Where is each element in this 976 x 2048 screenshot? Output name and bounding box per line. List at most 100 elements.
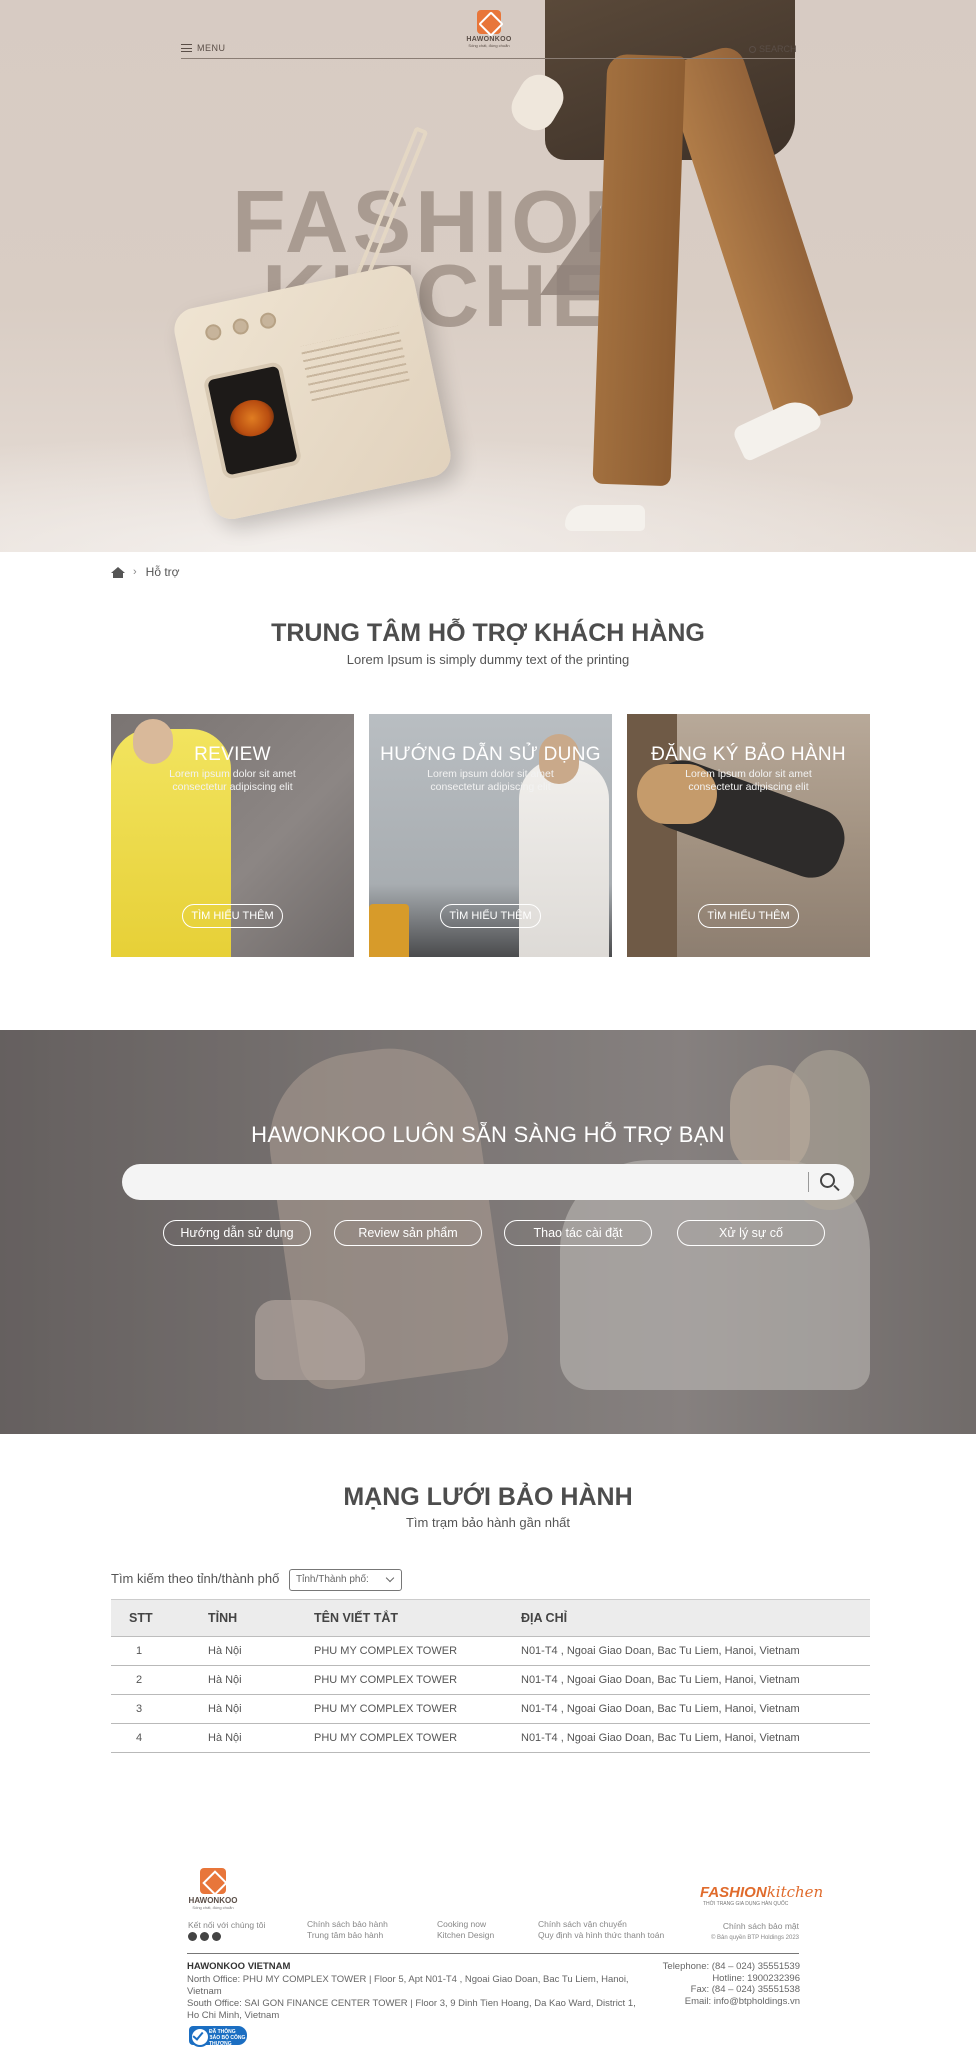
- cell-stt: 4: [111, 1723, 208, 1753]
- search-divider: [808, 1172, 809, 1192]
- warranty-table: STT TỈNH TÊN VIẾT TẮT ĐỊA CHỈ 1 Hà Nội P…: [111, 1599, 870, 1753]
- cell-short-name: PHU MY COMPLEX TOWER: [314, 1723, 521, 1753]
- chip-user-guide[interactable]: Hướng dẫn sử dụng: [163, 1220, 311, 1246]
- chip-product-review[interactable]: Review sản phẩm: [334, 1220, 482, 1246]
- chip-setup[interactable]: Thao tác cài đặt: [504, 1220, 652, 1246]
- cell-stt: 1: [111, 1636, 208, 1666]
- fashion-kitchen-tagline: THỜI TRANG GIA DỤNG HÀN QUỐC: [703, 1901, 789, 1907]
- table-row[interactable]: 4 Hà Nội PHU MY COMPLEX TOWER N01-T4 , N…: [111, 1723, 870, 1753]
- menu-button[interactable]: MENU: [181, 43, 226, 53]
- header-divider: [181, 58, 795, 59]
- footer-link[interactable]: Cooking now: [437, 1919, 486, 1930]
- table-row[interactable]: 1 Hà Nội PHU MY COMPLEX TOWER N01-T4 , N…: [111, 1636, 870, 1666]
- cell-province: Hà Nội: [208, 1665, 314, 1695]
- hawonkoo-logo-icon: [200, 1868, 226, 1894]
- facebook-icon[interactable]: [188, 1932, 197, 1941]
- ministry-registered-badge[interactable]: ĐÃ THÔNG BÁO BỘ CÔNG THƯƠNG: [189, 2026, 247, 2047]
- telephone: Telephone: (84 – 024) 35551539: [662, 1961, 800, 1972]
- company-name: HAWONKOO VIETNAM: [187, 1961, 291, 1972]
- header-search-label: SEARCH: [759, 44, 797, 54]
- cell-stt: 2: [111, 1665, 208, 1695]
- footer-link[interactable]: Kitchen Design: [437, 1930, 494, 1941]
- card-description: Lorem ipsum dolor sit amet consectetur a…: [427, 768, 554, 793]
- help-title: HAWONKOO LUÔN SẴN SÀNG HỖ TRỢ BẠN: [251, 1122, 725, 1147]
- footer-logo[interactable]: HAWONKOO Sống chất, đúng chuẩn: [187, 1868, 239, 1910]
- logo-tagline: Sống chất, đúng chuẩn: [468, 43, 510, 48]
- column-header: STT: [129, 1611, 153, 1625]
- menu-label: MENU: [197, 43, 226, 53]
- cell-province: Hà Nội: [208, 1723, 314, 1753]
- hero-floor: [0, 432, 976, 552]
- help-banner: HAWONKOO LUÔN SẴN SÀNG HỖ TRỢ BẠN Hướng …: [0, 1030, 976, 1434]
- cell-province: Hà Nội: [208, 1636, 314, 1666]
- card-description: Lorem ipsum dolor sit amet consectetur a…: [685, 768, 812, 793]
- card-description: Lorem ipsum dolor sit amet consectetur a…: [169, 768, 296, 793]
- learn-more-button[interactable]: TÌM HIỂU THÊM: [182, 904, 283, 928]
- email[interactable]: Email: info@btpholdings.vn: [600, 1996, 800, 2008]
- footer-link[interactable]: Chính sách vận chuyển: [538, 1919, 627, 1930]
- province-filter-label: Tìm kiếm theo tỉnh/thành phố: [111, 1571, 280, 1586]
- chevron-right-icon: ›: [133, 566, 137, 578]
- cell-address: N01-T4 , Ngoai Giao Doan, Bac Tu Liem, H…: [521, 1636, 870, 1666]
- search-icon: [749, 45, 756, 53]
- home-icon[interactable]: [111, 566, 125, 578]
- header-logo[interactable]: HAWONKOO Sống chất, đúng chuẩn: [465, 10, 513, 48]
- breadcrumb-current: Hỗ trợ: [145, 565, 180, 579]
- hamburger-icon: [181, 44, 192, 52]
- column-header: TỈNH: [208, 1611, 238, 1625]
- province-select[interactable]: Tỉnh/Thành phố:: [289, 1569, 402, 1591]
- messenger-icon[interactable]: [200, 1932, 209, 1941]
- column-header: TÊN VIẾT TẮT: [314, 1611, 399, 1625]
- table-row[interactable]: 3 Hà Nội PHU MY COMPLEX TOWER N01-T4 , N…: [111, 1694, 870, 1724]
- header-search-button[interactable]: SEARCH: [749, 44, 797, 54]
- card-title: HƯỚNG DẪN SỬ DỤNG: [380, 744, 601, 765]
- province-select-value: Tỉnh/Thành phố:: [296, 1574, 369, 1585]
- cell-address: N01-T4 , Ngoai Giao Doan, Bac Tu Liem, H…: [521, 1723, 870, 1753]
- chip-troubleshooting[interactable]: Xử lý sự cố: [677, 1220, 825, 1246]
- warranty-subtitle: Tìm trạm bảo hành gần nhất: [405, 1515, 571, 1530]
- footer-link[interactable]: Chính sách bảo hành: [307, 1919, 388, 1930]
- cell-address: N01-T4 , Ngoai Giao Doan, Bac Tu Liem, H…: [521, 1694, 870, 1724]
- fashion-kitchen-logo[interactable]: FASHIONkitchen: [700, 1883, 823, 1901]
- search-icon[interactable]: [820, 1173, 835, 1188]
- support-center-title: TRUNG TÂM HỖ TRỢ KHÁCH HÀNG: [271, 619, 705, 647]
- cell-province: Hà Nội: [208, 1694, 314, 1724]
- north-office: North Office: PHU MY COMPLEX TOWER | Flo…: [187, 1974, 629, 1997]
- warranty-title: MẠNG LƯỚI BẢO HÀNH: [343, 1483, 633, 1511]
- hotline[interactable]: Hotline: 1900232396: [600, 1973, 800, 1985]
- chevron-down-icon: [385, 1573, 395, 1583]
- column-header: ĐỊA CHỈ: [521, 1611, 568, 1625]
- cell-short-name: PHU MY COMPLEX TOWER: [314, 1665, 521, 1695]
- help-search-bar: [122, 1164, 854, 1200]
- fax: Fax: (84 – 024) 35551538: [690, 1984, 800, 1995]
- help-search-input[interactable]: [140, 1164, 810, 1200]
- card-title: REVIEW: [194, 744, 271, 765]
- footer-logo-text: HAWONKOO: [188, 1896, 238, 1905]
- cell-stt: 3: [111, 1694, 208, 1724]
- cell-address: N01-T4 , Ngoai Giao Doan, Bac Tu Liem, H…: [521, 1665, 870, 1695]
- support-center-subtitle: Lorem Ipsum is simply dummy text of the …: [346, 652, 630, 667]
- hero-model-shoe-left: [565, 505, 645, 531]
- table-row[interactable]: 2 Hà Nội PHU MY COMPLEX TOWER N01-T4 , N…: [111, 1665, 870, 1695]
- learn-more-button[interactable]: TÌM HIỂU THÊM: [698, 904, 799, 928]
- hero-model-leg-left: [592, 53, 686, 487]
- card-warranty-register[interactable]: ĐĂNG KÝ BẢO HÀNH Lorem ipsum dolor sit a…: [627, 714, 870, 957]
- connect-label: Kết nối với chúng tôi: [188, 1920, 266, 1930]
- table-header-row: STT TỈNH TÊN VIẾT TẮT ĐỊA CHỈ: [111, 1599, 870, 1637]
- south-office: South Office: SAI GON FINANCE CENTER TOW…: [187, 1998, 636, 2021]
- company-address: North Office: PHU MY COMPLEX TOWER | Flo…: [187, 1974, 637, 2022]
- instagram-icon[interactable]: [212, 1932, 221, 1941]
- company-contact: Telephone: (84 – 024) 35551539 Hotline: …: [600, 1961, 800, 2007]
- card-user-guide[interactable]: HƯỚNG DẪN SỬ DỤNG Lorem ipsum dolor sit …: [369, 714, 612, 957]
- footer-link[interactable]: Trung tâm bảo hành: [307, 1930, 383, 1941]
- breadcrumb: › Hỗ trợ: [111, 565, 180, 579]
- footer-logo-tagline: Sống chất, đúng chuẩn: [192, 1905, 234, 1910]
- fk-logo-a: FASHION: [700, 1884, 767, 1901]
- footer-link[interactable]: Quy định và hình thức thanh toán: [538, 1930, 664, 1941]
- privacy-link[interactable]: Chính sách bảo mật: [650, 1921, 799, 1932]
- logo-text: HAWONKOO: [466, 36, 512, 43]
- copyright: © Bản quyền BTP Holdings 2023: [710, 1935, 799, 1941]
- learn-more-button[interactable]: TÌM HIỂU THÊM: [440, 904, 541, 928]
- hawonkoo-logo-icon: [477, 10, 501, 34]
- card-review[interactable]: REVIEW Lorem ipsum dolor sit amet consec…: [111, 714, 354, 957]
